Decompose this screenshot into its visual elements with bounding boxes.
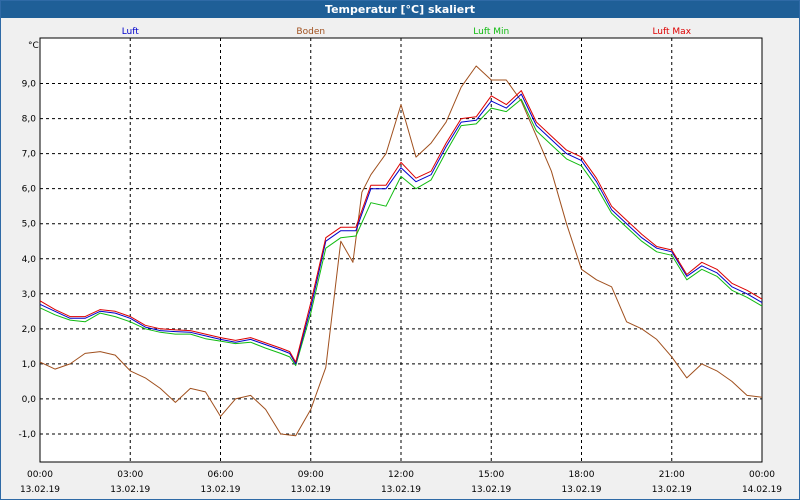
legend: Luft Boden Luft Min Luft Max <box>122 27 692 37</box>
x-tick-time: 00:00 <box>749 470 775 480</box>
x-tick-time: 06:00 <box>208 470 234 480</box>
x-tick-time: 15:00 <box>478 470 504 480</box>
x-tick-time: 00:00 <box>27 470 53 480</box>
y-tick-label: 9,0 <box>22 80 37 90</box>
y-tick-label: 1,0 <box>22 360 37 370</box>
x-tick-date: 13.02.19 <box>561 485 601 495</box>
legend-item: Luft Max <box>652 27 691 37</box>
legend-item: Boden <box>296 27 325 37</box>
legend-item: Luft Min <box>473 27 509 37</box>
line-chart: -1,0 0,0 1,0 2,0 3,0 4,0 5,0 6,0 7,0 8,0 9,0 00:00… <box>18 27 782 495</box>
x-tick-time: 03:00 <box>117 470 143 480</box>
y-tick-label: 0,0 <box>22 395 37 405</box>
x-tick-date: 13.02.19 <box>20 485 60 495</box>
x-tick-date: 13.02.19 <box>381 485 421 495</box>
y-tick-label: 6,0 <box>22 185 37 195</box>
x-tick-time: 18:00 <box>569 470 595 480</box>
x-tick-time: 12:00 <box>388 470 414 480</box>
y-tick-label: 5,0 <box>22 220 37 230</box>
x-tick-date: 13.02.19 <box>291 485 331 495</box>
y-tick-label: -1,0 <box>18 430 36 440</box>
y-tick-label: 3,0 <box>22 290 37 300</box>
x-tick-date: 13.02.19 <box>652 485 692 495</box>
x-tick-date: 13.02.19 <box>110 485 150 495</box>
x-tick-date: 13.02.19 <box>200 485 240 495</box>
x-tick-time: 21:00 <box>659 470 685 480</box>
x-tick-time: 09:00 <box>298 470 324 480</box>
legend-item: Luft <box>122 27 140 37</box>
y-tick-label: 7,0 <box>22 150 37 160</box>
y-axis-label: °C <box>28 41 39 51</box>
y-tick-label: 2,0 <box>22 325 37 335</box>
x-tick-date: 13.02.19 <box>471 485 511 495</box>
y-tick-label: 8,0 <box>22 115 37 125</box>
y-tick-label: 4,0 <box>22 255 37 265</box>
x-axis-ticks: 00:00 13.02.19 03:00 13.02.19 06:00 13.02.19 0… <box>20 470 782 495</box>
x-tick-date: 14.02.19 <box>742 485 782 495</box>
y-axis-ticks: -1,0 0,0 1,0 2,0 3,0 4,0 5,0 6,0 7,0 8,0 9,0 <box>18 80 36 440</box>
